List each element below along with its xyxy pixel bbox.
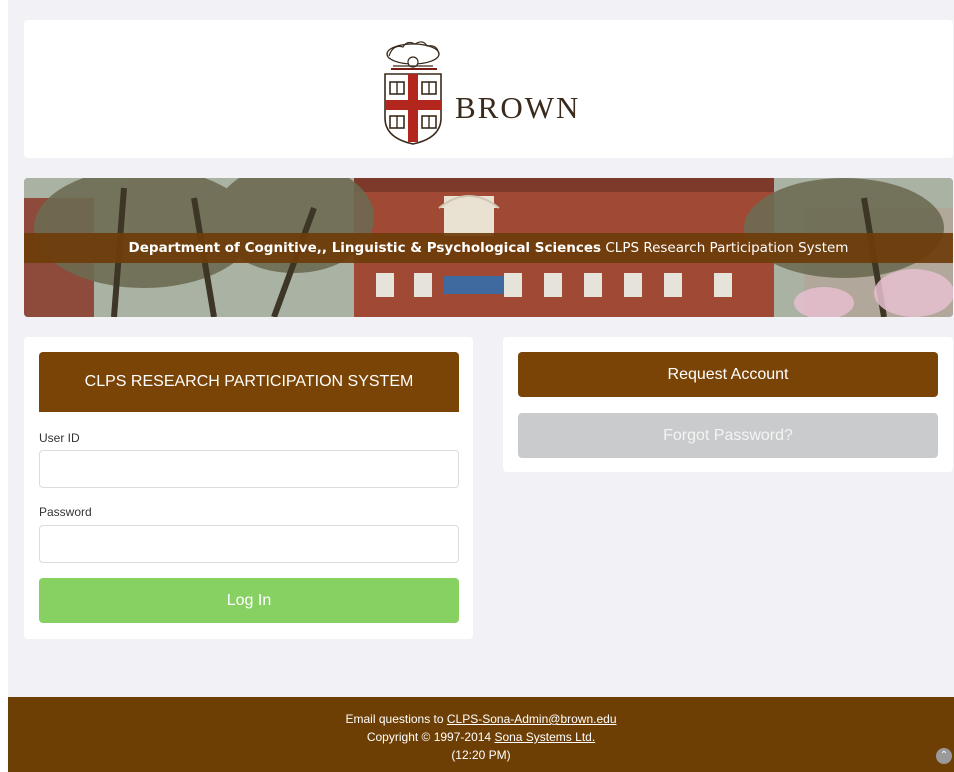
brown-shield-icon — [384, 41, 442, 145]
admin-email-link[interactable]: CLPS-Sona-Admin@brown.edu — [447, 712, 617, 726]
password-input[interactable] — [39, 525, 459, 563]
brown-logo: BROWN — [379, 38, 609, 146]
account-actions-card: Request Account Forgot Password? — [503, 337, 953, 472]
request-account-button[interactable]: Request Account — [518, 352, 938, 397]
footer-time: (12:20 PM) — [451, 748, 511, 762]
login-card-header: CLPS RESEARCH PARTICIPATION SYSTEM — [39, 352, 459, 412]
banner-title-strip: Department of Cognitive,, Linguistic & P… — [24, 233, 953, 263]
window-edge — [0, 0, 8, 772]
forgot-password-button[interactable]: Forgot Password? — [518, 413, 938, 458]
footer-email-line: Email questions to CLPS-Sona-Admin@brown… — [8, 710, 954, 728]
footer-copyright-line: Copyright © 1997-2014 Sona Systems Ltd. — [8, 728, 954, 746]
footer-email-prefix: Email questions to — [345, 712, 447, 726]
password-label: Password — [39, 505, 92, 519]
login-button[interactable]: Log In — [39, 578, 459, 623]
login-card: CLPS RESEARCH PARTICIPATION SYSTEM User … — [24, 337, 473, 639]
footer: Email questions to CLPS-Sona-Admin@brown… — [8, 697, 954, 772]
user-id-label: User ID — [39, 431, 80, 445]
chevron-up-icon[interactable]: ⌃ — [936, 748, 952, 764]
logo-card: BROWN — [24, 20, 953, 158]
footer-copyright-prefix: Copyright © 1997-2014 — [366, 730, 495, 744]
system-name: CLPS Research Participation System — [605, 240, 849, 256]
department-name: Department of Cognitive,, Linguistic & P… — [128, 240, 602, 256]
brand-wordmark: BROWN — [455, 90, 581, 125]
campus-banner: Department of Cognitive,, Linguistic & P… — [24, 178, 953, 317]
user-id-input[interactable] — [39, 450, 459, 488]
sona-systems-link[interactable]: Sona Systems Ltd. — [494, 730, 595, 744]
